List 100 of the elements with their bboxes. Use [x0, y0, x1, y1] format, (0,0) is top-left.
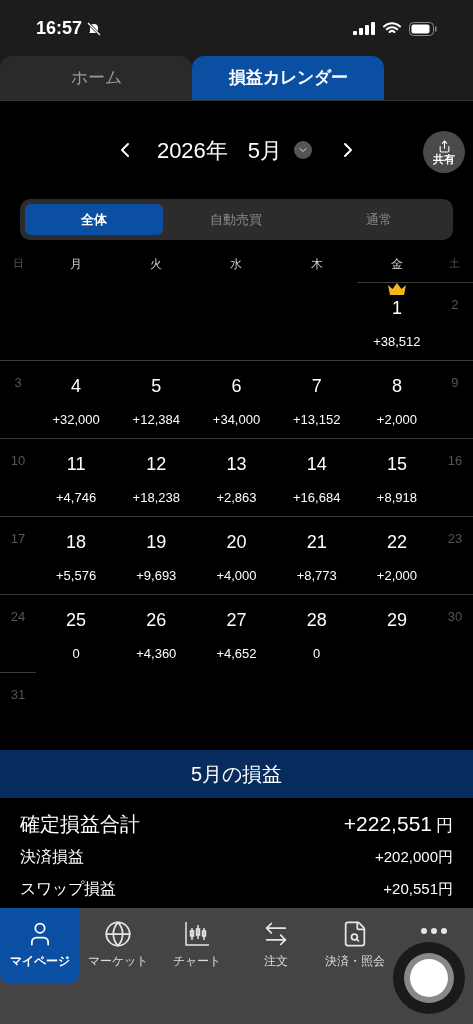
day-pnl: +2,000	[376, 411, 417, 429]
day-number: 8	[391, 375, 402, 398]
share-button[interactable]: 共有	[423, 131, 465, 173]
nav-item[interactable]: 決済・照会	[324, 920, 385, 970]
day-pnl: +12,384	[132, 411, 180, 429]
day-number: 16	[447, 452, 463, 470]
day-cell[interactable]: 8 +2,000	[356, 360, 437, 438]
nav-item[interactable]: 注文	[262, 920, 290, 970]
day-cell[interactable]: 25 0	[36, 594, 117, 672]
day-number: 12	[146, 453, 167, 476]
day-cell[interactable]: 19 +9,693	[116, 516, 197, 594]
weekday-label: 日	[11, 256, 25, 272]
day-cell[interactable]: 26 +4,360	[116, 594, 197, 672]
day-number: 10	[10, 452, 26, 470]
day-number: 15	[386, 453, 407, 476]
nav-item[interactable]: マイページ	[0, 908, 79, 984]
year-label: 2026年	[156, 136, 228, 165]
weekday-label: 土	[448, 256, 462, 272]
battery-icon	[409, 21, 437, 36]
day-pnl: +13,152	[293, 411, 341, 429]
bell-off-icon	[86, 20, 103, 37]
day-pnl: +4,000	[216, 567, 257, 585]
day-pnl: +18,238	[132, 489, 180, 507]
day-number: 21	[306, 531, 327, 554]
summary-value: +202,000円	[375, 847, 453, 868]
day-number: 24	[10, 608, 26, 626]
weekday-label: 木	[309, 255, 324, 273]
day-cell[interactable]: 14 +16,684	[276, 438, 357, 516]
tab[interactable]: 損益カレンダー	[192, 56, 384, 100]
weekday-label: 水	[229, 255, 244, 273]
day-cell[interactable]: 1 +38,512	[356, 282, 437, 360]
nav-item[interactable]: チャート	[173, 920, 222, 970]
day-number: 2	[451, 296, 459, 314]
day-pnl: +8,773	[296, 567, 337, 585]
day-cell[interactable]: 28 0	[276, 594, 357, 672]
day-pnl: 0	[72, 645, 80, 663]
day-number: 18	[66, 531, 87, 554]
day-pnl: +8,918	[376, 489, 417, 507]
day-number: 28	[306, 609, 327, 632]
day-number: 4	[71, 375, 82, 398]
globe-icon	[104, 920, 133, 948]
day-number: 25	[66, 609, 87, 632]
day-pnl: +4,652	[216, 645, 257, 663]
day-number: 31	[10, 686, 26, 704]
summary-label: スワップ損益	[20, 878, 116, 899]
day-cell[interactable]: 20 +4,000	[196, 516, 277, 594]
candlestick-chart-icon	[183, 920, 212, 948]
day-number: 26	[146, 609, 167, 632]
day-number: 11	[66, 453, 86, 476]
month-label: 5月	[247, 136, 283, 165]
day-cell[interactable]: 7 +13,152	[276, 360, 357, 438]
share-icon	[437, 139, 451, 153]
day-cell[interactable]: 4 +32,000	[36, 360, 117, 438]
day-cell[interactable]: 13 +2,863	[196, 438, 277, 516]
day-number: 6	[231, 375, 242, 398]
day-cell[interactable]: 15 +8,918	[356, 438, 437, 516]
day-number: 22	[386, 531, 407, 554]
day-number: 1	[391, 297, 402, 320]
day-cell[interactable]: 18 +5,576	[36, 516, 117, 594]
day-number: 5	[151, 375, 162, 398]
summary-value: +222,551 円	[343, 811, 453, 837]
day-pnl: +34,000	[212, 411, 261, 429]
filter-tab[interactable]: 自動売買	[167, 204, 306, 235]
day-cell[interactable]: 12 +18,238	[116, 438, 197, 516]
day-number: 23	[447, 530, 463, 548]
day-cell[interactable]: 21 +8,773	[276, 516, 357, 594]
filter-tab[interactable]: 通常	[309, 204, 448, 235]
day-number: 17	[10, 530, 26, 548]
weekday-label: 金	[389, 255, 404, 273]
day-pnl: +5,576	[56, 567, 97, 585]
wifi-icon	[383, 22, 401, 35]
day-cell[interactable]: 22 +2,000	[356, 516, 437, 594]
day-number: 27	[226, 609, 247, 632]
day-pnl: +2,863	[216, 489, 257, 507]
day-pnl: 0	[313, 645, 321, 663]
day-pnl: +4,360	[136, 645, 177, 663]
day-number: 14	[306, 453, 327, 476]
day-number: 7	[311, 375, 322, 398]
summary-label: 決済損益	[20, 847, 84, 868]
day-cell[interactable]: 27 +4,652	[196, 594, 277, 672]
day-cell[interactable]: 6 +34,000	[196, 360, 277, 438]
day-pnl: +38,512	[373, 333, 421, 351]
day-pnl: +32,000	[52, 411, 100, 429]
signal-icon	[353, 22, 375, 35]
day-number: 29	[386, 609, 407, 632]
day-cell[interactable]: 29	[356, 594, 437, 672]
nav-item[interactable]: マーケット	[88, 920, 149, 970]
day-number: 30	[447, 608, 463, 626]
month-dropdown-button[interactable]	[294, 141, 313, 159]
tab[interactable]: ホーム	[0, 56, 192, 100]
day-number: 20	[226, 531, 247, 554]
day-number: 13	[226, 453, 247, 476]
day-pnl: +4,746	[56, 489, 97, 507]
weekday-label: 火	[149, 255, 164, 273]
summary-label: 確定損益合計	[20, 812, 140, 837]
summary-title: 5月の損益	[190, 762, 283, 787]
day-cell[interactable]: 5 +12,384	[116, 360, 197, 438]
day-number: 19	[146, 531, 167, 554]
filter-tab[interactable]: 全体	[25, 204, 164, 235]
day-cell[interactable]: 11 +4,746	[36, 438, 117, 516]
